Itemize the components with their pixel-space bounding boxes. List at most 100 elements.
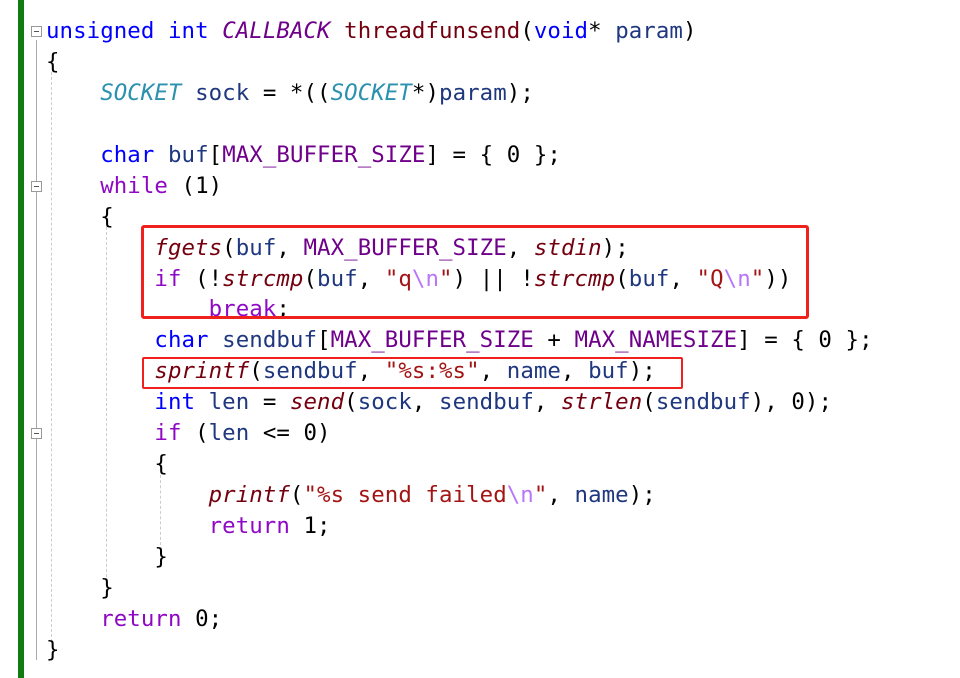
punctuation	[209, 18, 223, 44]
code-line[interactable]: }	[46, 635, 873, 666]
code-line[interactable]: int len = send(sock, sendbuf, strlen(sen…	[46, 387, 873, 418]
code-line[interactable]: {	[46, 449, 873, 480]
identifier: name	[574, 482, 629, 509]
collapse-while-icon[interactable]	[31, 181, 42, 192]
code-line[interactable]: }	[46, 573, 873, 604]
keyword: int	[154, 389, 196, 416]
function-call: printf	[208, 482, 290, 509]
punctuation: ] = { 0 };	[425, 141, 561, 168]
punctuation	[46, 389, 154, 415]
punctuation	[46, 420, 154, 446]
punctuation: ] = { 0 };	[737, 327, 873, 354]
identifier: sendbuf	[222, 327, 318, 354]
punctuation: = *((	[249, 79, 331, 106]
punctuation: ), 0);	[750, 389, 833, 416]
macro: MAX_NAMESIZE	[574, 327, 738, 354]
punctuation	[331, 18, 345, 44]
keyword: int	[167, 18, 209, 44]
punctuation: (	[520, 18, 534, 44]
punctuation: [	[317, 327, 331, 354]
punctuation: [	[208, 141, 223, 168]
code-line[interactable]: }	[46, 542, 873, 573]
punctuation	[46, 327, 154, 353]
punctuation	[46, 142, 100, 168]
identifier: len	[208, 420, 250, 447]
punctuation: {	[46, 451, 168, 478]
identifier: param	[615, 18, 683, 44]
control-keyword: if	[154, 420, 182, 447]
punctuation: ,	[547, 482, 575, 509]
collapse-if-icon[interactable]	[31, 428, 42, 439]
punctuation	[46, 606, 100, 632]
identifier: buf	[167, 141, 209, 168]
code-line[interactable]: {	[46, 47, 873, 78]
punctuation: =	[249, 389, 290, 416]
punctuation	[46, 358, 154, 384]
escape-sequence: \n	[506, 482, 534, 509]
macro: MAX_BUFFER_SIZE	[222, 141, 426, 168]
punctuation	[154, 18, 168, 44]
punctuation	[182, 80, 196, 106]
punctuation: );	[506, 79, 534, 106]
type-name: SOCKET	[330, 79, 412, 106]
identifier: sendbuf	[439, 389, 534, 416]
punctuation: *)	[411, 79, 440, 106]
punctuation: 1;	[289, 513, 331, 539]
highlight-box-sprintf	[142, 357, 683, 389]
punctuation: <= 0)	[249, 420, 331, 447]
control-keyword: while	[100, 172, 168, 199]
punctuation: (	[289, 482, 304, 509]
code-line[interactable]: printf("%s send failed\n", name);	[46, 480, 873, 511]
keyword: char	[100, 141, 155, 168]
punctuation	[154, 142, 168, 168]
punctuation	[46, 266, 154, 292]
punctuation	[209, 327, 223, 353]
collapse-function-icon[interactable]	[31, 26, 42, 37]
control-keyword: return	[208, 513, 290, 539]
punctuation: {	[46, 48, 60, 75]
keyword: unsigned	[46, 18, 155, 44]
punctuation: 0;	[181, 605, 223, 632]
punctuation: (1)	[167, 172, 223, 199]
identifier: len	[208, 389, 250, 416]
punctuation: ,	[411, 389, 440, 416]
outline-line	[36, 40, 37, 660]
change-indicator-bar	[18, 0, 24, 678]
control-keyword: return	[100, 605, 182, 632]
punctuation: ,	[533, 389, 561, 416]
keyword: void	[533, 18, 589, 44]
code-line[interactable]: char buf[MAX_BUFFER_SIZE] = { 0 };	[46, 140, 873, 171]
identifier: sock	[195, 79, 250, 106]
string-literal: "%s send failed	[303, 482, 507, 509]
keyword: char	[154, 327, 209, 354]
macro: MAX_BUFFER_SIZE	[330, 327, 534, 354]
code-line[interactable]: char sendbuf[MAX_BUFFER_SIZE + MAX_NAMES…	[46, 325, 873, 356]
identifier: sendbuf	[655, 389, 751, 416]
punctuation: )	[682, 18, 697, 44]
punctuation: }	[46, 574, 114, 601]
punctuation: );	[628, 482, 656, 509]
punctuation: +	[533, 327, 575, 354]
code-line[interactable]: return 1;	[46, 511, 873, 542]
punctuation: (	[642, 389, 656, 416]
function-call: strlen	[560, 389, 643, 416]
string-literal: "	[533, 482, 548, 509]
code-line[interactable]: return 0;	[46, 604, 873, 635]
code-line[interactable]: if (len <= 0)	[46, 418, 873, 449]
code-line[interactable]	[46, 109, 873, 140]
code-editor[interactable]: unsigned int CALLBACK threadfunsend(void…	[46, 16, 873, 666]
punctuation	[195, 389, 209, 415]
punctuation	[46, 482, 209, 508]
punctuation: *	[588, 18, 616, 44]
calling-convention: CALLBACK	[222, 18, 331, 44]
code-line[interactable]: while (1)	[46, 171, 873, 202]
code-line[interactable]: SOCKET sock = *((SOCKET*)param);	[46, 78, 873, 109]
punctuation	[46, 513, 209, 539]
highlight-box-input-loop	[141, 225, 809, 319]
function-call: send	[289, 389, 345, 416]
function-name: threadfunsend	[344, 18, 521, 44]
punctuation: (	[344, 389, 358, 416]
punctuation: }	[46, 636, 60, 663]
identifier: param	[439, 79, 507, 106]
code-line[interactable]: unsigned int CALLBACK threadfunsend(void…	[46, 16, 873, 47]
